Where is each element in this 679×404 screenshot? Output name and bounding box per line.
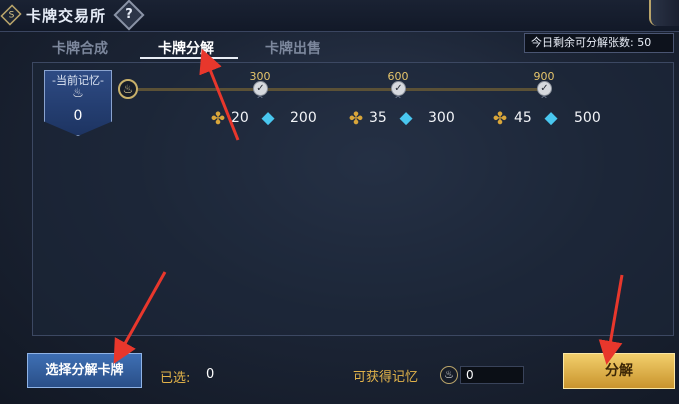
puzzle-piece-icon: ✤	[492, 109, 508, 129]
current-memory-value: 0	[73, 108, 83, 124]
flame-icon: ♨	[72, 86, 84, 101]
gem-reward-value: 200	[290, 110, 317, 126]
obtainable-memory-label: 可获得记忆	[353, 370, 419, 385]
chevron-up-icon: ^	[256, 95, 264, 105]
memory-flame-icon: ♨	[440, 366, 458, 384]
check-icon[interactable]: ✓	[391, 81, 406, 96]
selected-count-value: 0	[206, 367, 215, 382]
active-tab-underline	[140, 57, 238, 59]
chevron-up-icon: ^	[540, 95, 548, 105]
tab-card-decompose[interactable]: 卡牌分解	[158, 38, 214, 58]
tab-card-synthesis[interactable]: 卡牌合成	[52, 38, 108, 58]
selected-count-label: 已选:	[160, 371, 191, 386]
remaining-value: 50	[637, 36, 652, 49]
remaining-count-box: 今日剩余可分解张数: 50	[524, 33, 674, 53]
check-icon[interactable]: ✓	[253, 81, 268, 96]
diamond-icon: ◆	[261, 108, 275, 128]
tab-card-sell[interactable]: 卡牌出售	[265, 38, 321, 58]
puzzle-piece-icon: ✤	[348, 109, 364, 129]
help-button[interactable]: ?	[113, 0, 145, 31]
progress-track	[138, 88, 548, 91]
diamond-icon: ◆	[544, 108, 558, 128]
gem-reward-value: 300	[428, 110, 455, 126]
close-corner-decoration[interactable]	[649, 0, 679, 26]
obtainable-memory-value: 0	[460, 366, 524, 384]
puzzle-reward-value: 35	[369, 110, 387, 126]
decompose-panel	[32, 62, 674, 336]
window-title: 卡牌交易所	[26, 7, 107, 25]
exchange-emblem-icon: S	[0, 4, 22, 26]
chevron-up-icon: ^	[394, 95, 402, 105]
puzzle-piece-icon: ✤	[210, 109, 226, 129]
check-icon[interactable]: ✓	[537, 81, 552, 96]
title-bar: S 卡牌交易所 ?	[0, 0, 679, 32]
puzzle-reward-value: 45	[514, 110, 532, 126]
select-cards-button[interactable]: 选择分解卡牌	[27, 353, 142, 388]
decompose-button[interactable]: 分解	[563, 353, 675, 389]
memory-flame-icon: ♨	[118, 79, 138, 99]
gem-reward-value: 500	[574, 110, 601, 126]
remaining-label: 今日剩余可分解张数:	[531, 36, 634, 49]
question-mark-icon: ?	[125, 7, 133, 22]
diamond-icon: ◆	[399, 108, 413, 128]
puzzle-reward-value: 20	[231, 110, 249, 126]
